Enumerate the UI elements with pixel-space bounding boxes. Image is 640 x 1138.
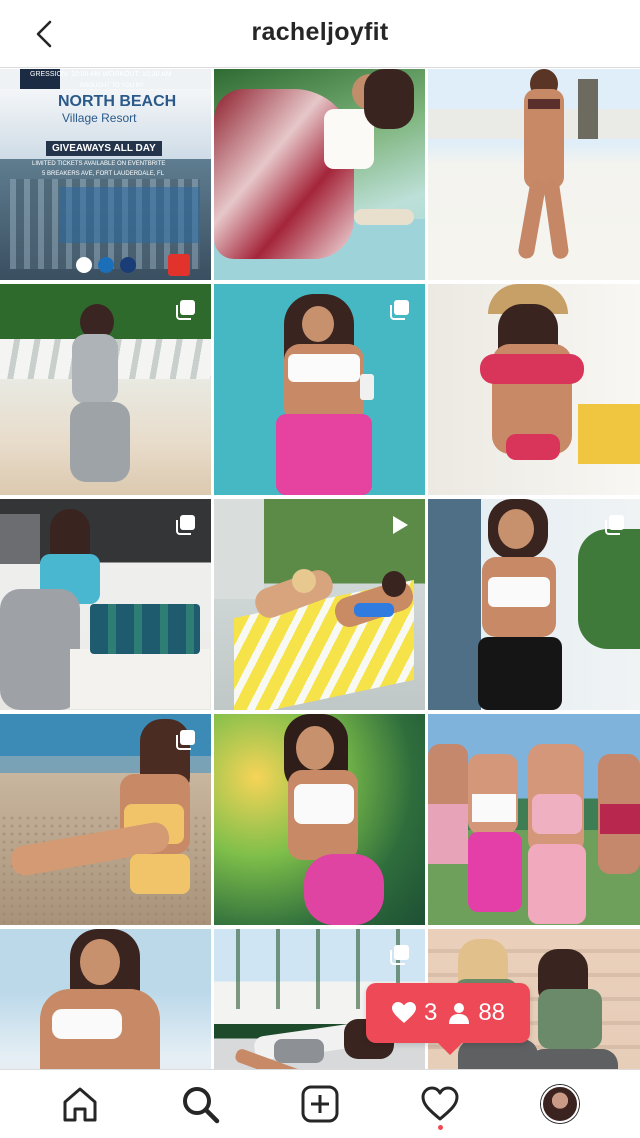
- multiple-icon: [390, 300, 409, 320]
- grid-post-9[interactable]: [428, 499, 640, 710]
- home-button[interactable]: [50, 1074, 110, 1134]
- home-icon: [63, 1087, 97, 1122]
- flyer-tickets-text: LIMITED TICKETS AVAILABLE ON EVENTBRITE: [32, 161, 166, 167]
- multiple-icon: [390, 945, 409, 965]
- grid-post-11[interactable]: [214, 714, 425, 925]
- profile-avatar: [541, 1085, 579, 1123]
- heart-icon: [391, 1002, 416, 1023]
- grid-post-2[interactable]: [214, 69, 425, 280]
- flyer-schedule-text: GRESSION: 10:00 AM WORKOUT: 10:30 AM: [30, 71, 172, 78]
- sponsor-logo-1: [76, 257, 92, 273]
- sponsor-logo-3: [120, 257, 136, 273]
- sponsor-logo-2: [98, 257, 114, 273]
- grid-post-6[interactable]: [428, 284, 640, 495]
- photo-grid: GRESSION: 10:00 AM WORKOUT: 10:30 AM BRO…: [0, 69, 640, 1138]
- multiple-icon: [176, 300, 195, 320]
- top-bar: racheljoyfit: [0, 0, 640, 68]
- likes-count: 3: [423, 999, 438, 1026]
- grid-post-4[interactable]: [0, 284, 211, 495]
- followers-count: 88: [478, 999, 506, 1026]
- profile-username-title: racheljoyfit: [251, 18, 389, 46]
- flyer-brand-text: NORTH BEACH: [58, 93, 177, 110]
- search-icon: [183, 1087, 220, 1124]
- video-icon: [393, 516, 408, 534]
- grid-post-8[interactable]: [214, 499, 425, 710]
- activity-button[interactable]: [410, 1074, 470, 1134]
- multiple-icon: [605, 515, 624, 535]
- search-button[interactable]: [170, 1074, 230, 1134]
- bottom-navigation: [0, 1069, 640, 1138]
- grid-post-3[interactable]: [428, 69, 640, 280]
- grid-post-5[interactable]: [214, 284, 425, 495]
- grid-post-7[interactable]: [0, 499, 211, 710]
- person-icon: [449, 1003, 470, 1024]
- grid-post-12[interactable]: [428, 714, 640, 925]
- activity-notification[interactable]: 3 88: [366, 983, 530, 1055]
- new-post-icon: [301, 1085, 339, 1123]
- flyer-brand-sub-text: Village Resort: [62, 111, 137, 125]
- sponsor-logo-4: [168, 254, 190, 276]
- profile-button[interactable]: [530, 1074, 590, 1134]
- flyer-address-text: 5 BREAKERS AVE, FORT LAUDERDALE, FL: [42, 171, 165, 177]
- grid-post-10[interactable]: [0, 714, 211, 925]
- activity-indicator-dot: [438, 1125, 443, 1130]
- multiple-icon: [176, 515, 195, 535]
- activity-heart-icon: [421, 1086, 459, 1121]
- grid-post-1[interactable]: GRESSION: 10:00 AM WORKOUT: 10:30 AM BRO…: [0, 69, 211, 280]
- multiple-icon: [176, 730, 195, 750]
- new-post-button[interactable]: [290, 1074, 350, 1134]
- flyer-giveaway-text: GIVEAWAYS ALL DAY: [46, 141, 162, 156]
- flyer-brought-by-text: BROUGHT TO YOU BY: [80, 83, 144, 89]
